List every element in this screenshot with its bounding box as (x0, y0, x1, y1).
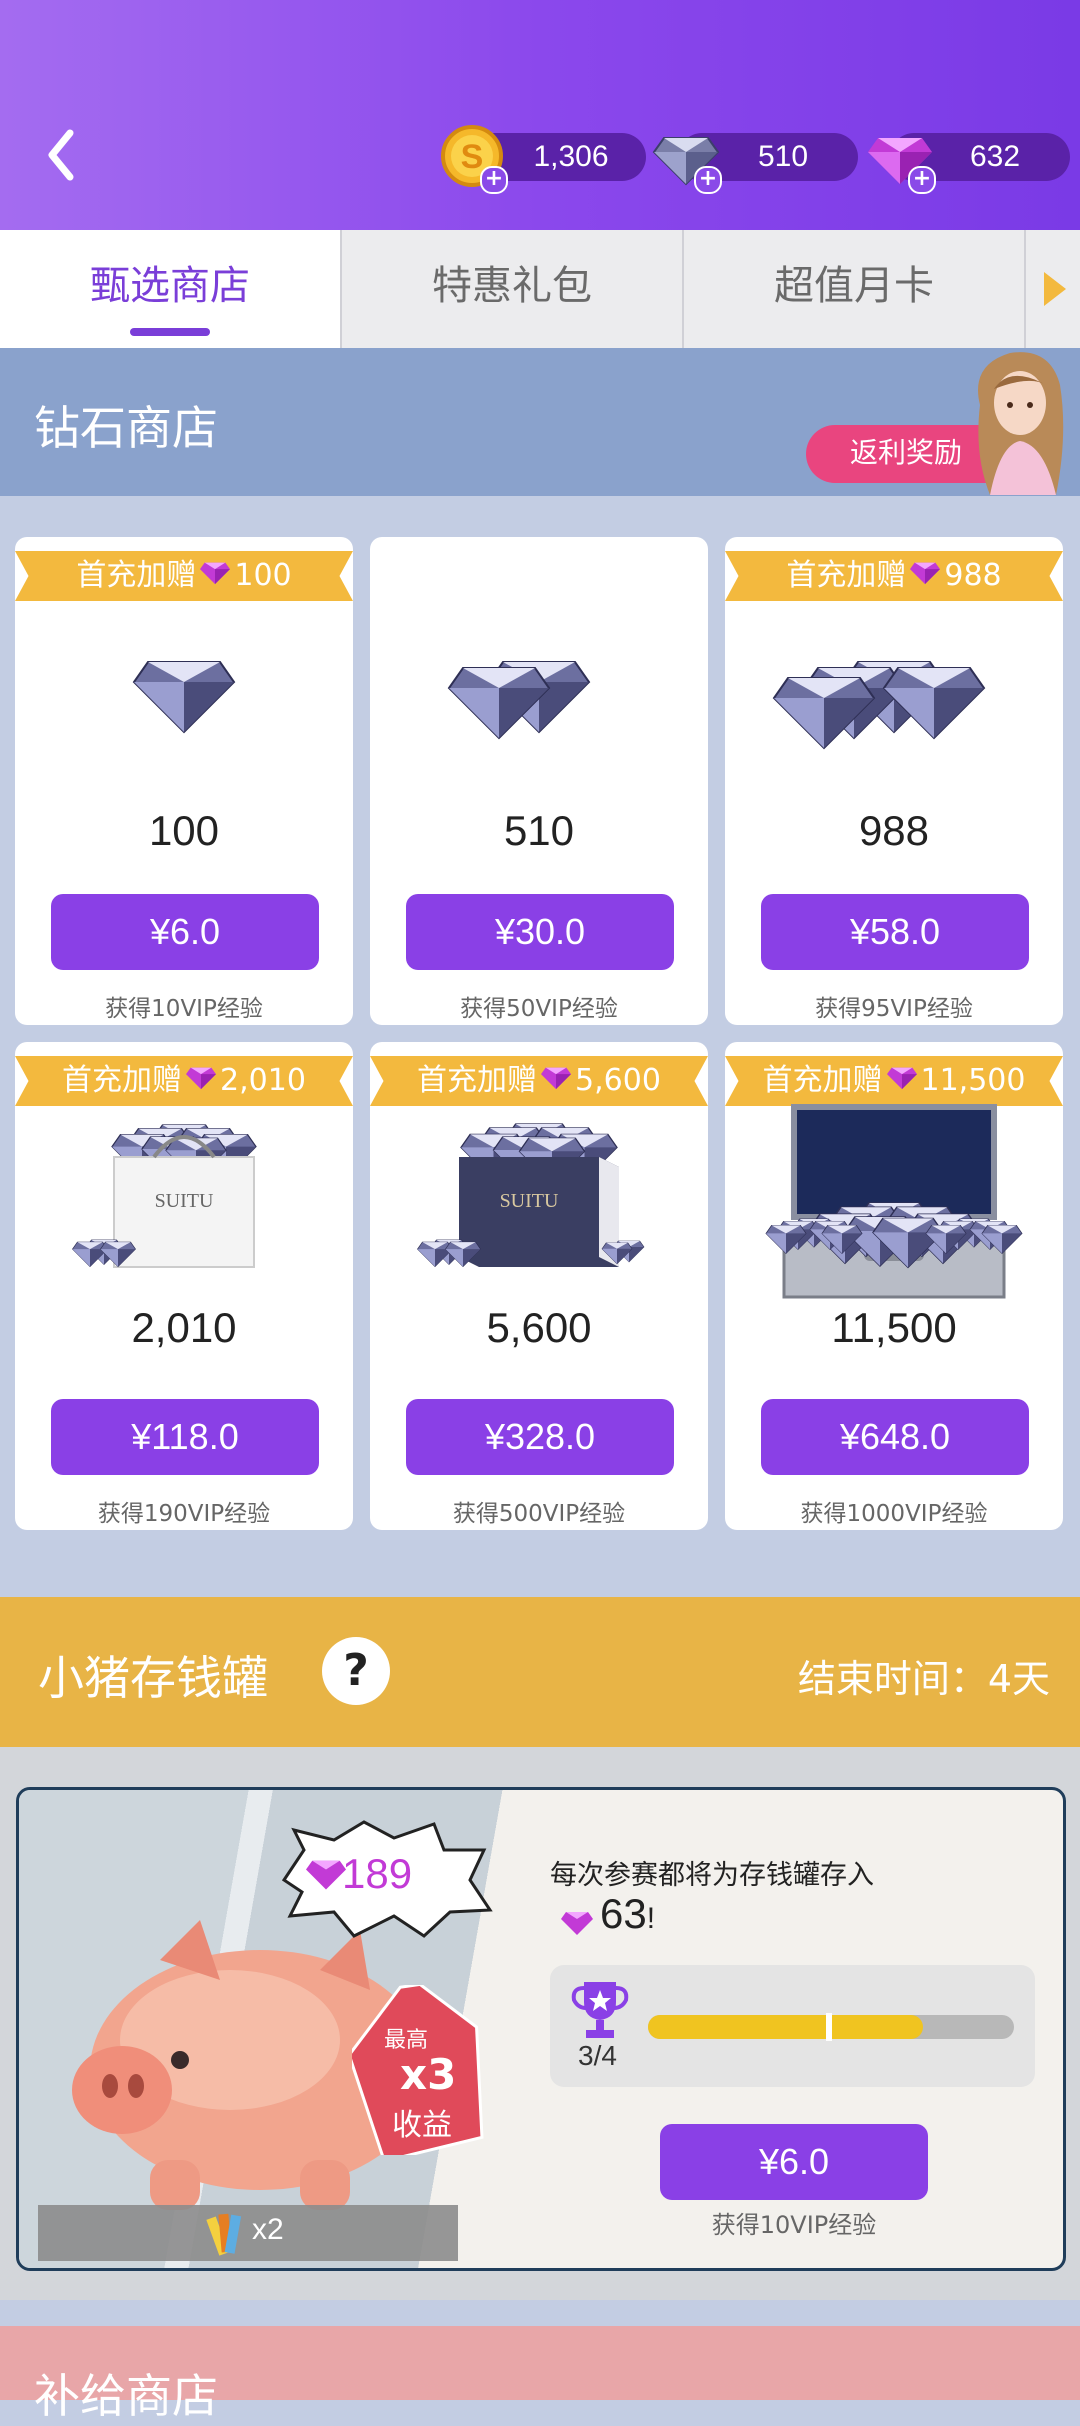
tab-label: 超值月卡 (774, 263, 934, 309)
tab-selected-shop[interactable]: 甄选商店 (0, 230, 342, 348)
pack-amount: 2,010 (131, 1304, 237, 1351)
progress-text: 3/4 (578, 2040, 617, 2071)
progress-fill (648, 2015, 923, 2039)
tab-bar: 甄选商店 特惠礼包 超值月卡 (0, 230, 1080, 348)
diamond-pack-card: 首充加赠 100 100 ¥6.0 获得10VIP经验 (15, 537, 353, 1025)
pink-diamond-icon (560, 1905, 594, 1937)
vip-exp-text: 获得190VIP经验 (97, 1501, 271, 1527)
ribbon-bonus: 988 (944, 558, 1002, 593)
diamond-pack-card: 首充加赠 11,500 11,500 ¥648.0 获得1000VIP经验 (725, 1042, 1063, 1530)
pink-diamond-icon (184, 1057, 218, 1107)
add-pink-diamond-icon[interactable]: + (908, 166, 936, 194)
ribbon-prefix: 首充加赠 (76, 558, 197, 593)
tag-bottom-label: 收益 (392, 2108, 452, 2143)
diamond-pack-card: 首充加赠 988 988 ¥58.0 获得95VIP经验 (725, 537, 1063, 1025)
ribbon-bonus: 2,010 (220, 1063, 306, 1098)
pack-amount: 5,600 (486, 1304, 592, 1351)
first-charge-ribbon: 首充加赠 988 (725, 551, 1063, 601)
supply-shop-title: 补给商店 (34, 2369, 218, 2423)
ribbon-bonus: 5,600 (575, 1063, 661, 1098)
ribbon-bonus: 11,500 (920, 1063, 1026, 1098)
tag-multiplier: x3 (400, 2050, 457, 2099)
buy-button[interactable]: ¥58.0 (761, 894, 1029, 970)
coin-value: 1,306 (533, 140, 609, 173)
tab-special-packs[interactable]: 特惠礼包 (342, 230, 684, 348)
pink-diamond-icon (539, 1057, 573, 1107)
pink-diamond-icon (885, 1057, 919, 1107)
ribbon-prefix: 首充加赠 (762, 1063, 883, 1098)
buy-button[interactable]: ¥6.0 (51, 894, 319, 970)
first-charge-ribbon: 首充加赠 2,010 (15, 1056, 353, 1106)
ribbon-prefix: 首充加赠 (417, 1063, 538, 1098)
tab-label: 甄选商店 (90, 263, 250, 309)
first-charge-ribbon: 首充加赠 100 (15, 551, 353, 601)
bonus-item-bar (38, 2205, 458, 2261)
diamond-pack-card: 首充加赠 2,010 SUITU 2,010 ¥118.0 获得190VIP经验 (15, 1042, 353, 1530)
diamond-shop-title: 钻石商店 (34, 401, 218, 455)
coin-icon[interactable]: S + (440, 124, 508, 194)
diamond-pack-image: SUITU (389, 1102, 689, 1276)
pack-amount: 988 (858, 807, 930, 854)
box-brand: SUITU (500, 1190, 559, 1212)
stored-amount: 189 (342, 1850, 413, 1897)
silver-diamond-value: 510 (757, 140, 809, 173)
buy-button[interactable]: ¥648.0 (761, 1399, 1029, 1475)
buy-button[interactable]: ¥30.0 (406, 894, 674, 970)
silver-diamond-icon[interactable]: + (652, 124, 722, 194)
per-match-value: 63 (600, 1890, 647, 1937)
ribbon-prefix: 首充加赠 (62, 1063, 183, 1098)
diamond-pack-card: 510 ¥30.0 获得50VIP经验 (370, 537, 708, 1025)
ribbon-bonus: 100 (234, 558, 292, 593)
pink-diamond-icon[interactable]: + (866, 124, 936, 194)
color-palette-icon (206, 2208, 246, 2258)
add-coin-icon[interactable]: + (480, 166, 508, 194)
piggy-bank-title: 小猪存钱罐 (38, 1651, 268, 1705)
pink-diamond-value: 632 (969, 140, 1021, 173)
svg-text:S: S (461, 138, 484, 176)
pack-amount: 100 (148, 807, 220, 854)
tab-label: 特惠礼包 (432, 263, 592, 309)
pink-diamond-icon (908, 552, 942, 602)
help-button[interactable]: ? (322, 1637, 390, 1705)
buy-button[interactable]: ¥328.0 (406, 1399, 674, 1475)
ribbon-prefix: 首充加赠 (786, 558, 907, 593)
per-match-suffix: ! (646, 1902, 656, 1935)
vip-exp-text: 获得50VIP经验 (460, 996, 618, 1022)
bonus-item-count: x2 (252, 2213, 284, 2246)
tab-indicator (130, 328, 210, 336)
buy-button[interactable]: ¥118.0 (51, 1399, 319, 1475)
pack-amount: 11,500 (831, 1304, 957, 1351)
diamond-pack-image (389, 607, 689, 761)
bag-brand: SUITU (155, 1190, 214, 1212)
top-bar (0, 0, 1080, 230)
back-arrow-icon[interactable] (40, 125, 90, 185)
character-avatar (960, 345, 1080, 497)
tab-scroll-right-icon[interactable] (1026, 230, 1080, 348)
progress-divider (826, 2013, 832, 2041)
vip-exp-text: 获得10VIP经验 (105, 996, 263, 1022)
vip-exp-text: 获得95VIP经验 (815, 996, 973, 1022)
diamond-pack-image (744, 607, 1044, 761)
per-match-amount: 63! (600, 1890, 655, 1938)
piggy-description: 每次参赛都将为存钱罐存入 (550, 1860, 874, 1891)
first-charge-ribbon: 首充加赠 11,500 (725, 1056, 1063, 1106)
first-charge-ribbon: 首充加赠 5,600 (370, 1056, 708, 1106)
trophy-icon (570, 1978, 630, 2040)
tab-monthly-card[interactable]: 超值月卡 (684, 230, 1026, 348)
diamond-pack-image (744, 1102, 1044, 1316)
vip-exp-text: 获得500VIP经验 (452, 1501, 626, 1527)
pack-amount: 510 (503, 807, 575, 854)
add-silver-diamond-icon[interactable]: + (694, 166, 722, 194)
end-time-label: 结束时间：4天 (797, 1657, 1050, 1701)
piggy-buy-button[interactable]: ¥6.0 (660, 2124, 928, 2200)
pink-diamond-icon (198, 552, 232, 602)
vip-exp-text: 获得1000VIP经验 (800, 1501, 988, 1527)
piggy-vip-text: 获得10VIP经验 (711, 2211, 877, 2239)
diamond-pack-image (34, 607, 334, 761)
diamond-pack-card: 首充加赠 5,600 SUITU 5,600 ¥328.0 获得500VIP经验 (370, 1042, 708, 1530)
diamond-pack-image: SUITU (34, 1102, 334, 1276)
